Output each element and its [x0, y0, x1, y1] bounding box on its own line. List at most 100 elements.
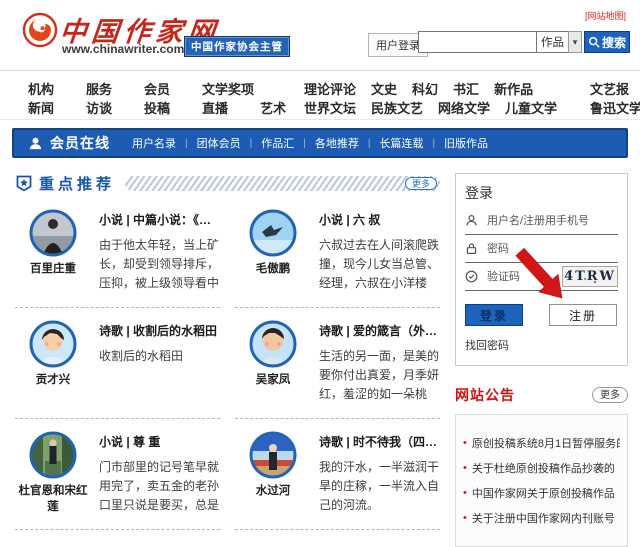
- nav-item[interactable]: 科幻: [412, 79, 438, 98]
- member-name[interactable]: 水过河: [256, 484, 291, 500]
- nav-item[interactable]: 会员: [144, 79, 170, 98]
- nav-item[interactable]: 文史: [371, 79, 397, 98]
- work-title[interactable]: 小说 | 尊 重: [99, 433, 220, 450]
- recommend-more-button[interactable]: 更多: [405, 177, 437, 190]
- sidebar: 登录 4TRW 登录 注册 找回: [455, 173, 628, 547]
- search-icon: [588, 36, 600, 48]
- member-name[interactable]: 吴家凤: [256, 373, 291, 389]
- nav-item[interactable]: 世界文坛: [304, 98, 356, 117]
- member-online-title[interactable]: 会员在线: [50, 133, 110, 153]
- announcements-more-button[interactable]: 更多: [592, 387, 628, 403]
- member-link[interactable]: 旧版作品: [444, 135, 488, 151]
- nav-item[interactable]: 书汇: [453, 79, 479, 98]
- work-title[interactable]: 小说 | 中篇小说：《站好最后...: [99, 211, 220, 228]
- member-name[interactable]: 杜官恩和宋红莲: [15, 484, 91, 515]
- nav-item[interactable]: 鲁迅文学院: [590, 98, 640, 117]
- recommend-item[interactable]: 毛傲鹏 小说 | 六 叔 六叔过去在人间滚爬跌撞，现今儿女当总管、经理，六叔在小…: [235, 197, 440, 308]
- forgot-password-link[interactable]: 找回密码: [465, 337, 618, 353]
- recommend-grid: 百里庄重 小说 | 中篇小说：《站好最后... 由于他太年轻，当上矿长，却受到领…: [15, 197, 440, 530]
- password-field-row: [465, 235, 618, 263]
- check-circle-icon: [465, 270, 478, 283]
- work-excerpt: 收割后的水稻田: [99, 347, 220, 366]
- nav-item[interactable]: 访谈: [86, 98, 112, 117]
- stripe-decor: 更多: [125, 176, 440, 191]
- register-button[interactable]: 注册: [549, 304, 617, 326]
- nav-item[interactable]: 艺术: [260, 98, 286, 117]
- work-excerpt: 由于他太年轻，当上矿长，却受到领导排斥，压抑，被上级领导看中他不输的性格，调他换…: [99, 236, 220, 293]
- member-avatar[interactable]: [29, 209, 77, 257]
- captcha-field-row: 4TRW: [465, 263, 618, 291]
- search-input[interactable]: [418, 31, 536, 53]
- nav-item[interactable]: 投稿: [144, 98, 170, 117]
- member-name[interactable]: 毛傲鹏: [256, 262, 291, 278]
- password-input[interactable]: [485, 242, 618, 256]
- nav-group-3: 文艺报 鲁迅文学院: [590, 79, 640, 111]
- lock-icon: [465, 242, 478, 255]
- sitemap-link[interactable]: [网站地图]: [585, 9, 626, 22]
- member-link[interactable]: 作品汇: [261, 135, 294, 151]
- captcha-input[interactable]: [485, 270, 555, 284]
- search-button-label: 搜索: [602, 34, 626, 51]
- member-link[interactable]: 团体会员: [197, 135, 241, 151]
- nav-item[interactable]: 文学奖项: [202, 79, 254, 98]
- member-online-bar: 会员在线 用户名录 | 团体会员 | 作品汇 | 各地推荐 | 长篇连载 | 旧…: [12, 128, 628, 158]
- login-panel: 登录 4TRW 登录 注册 找回: [455, 173, 628, 366]
- work-title[interactable]: 小说 | 六 叔: [319, 211, 440, 228]
- announcement-link[interactable]: • 原创投稿系统8月1日暂停服务的: [463, 435, 620, 451]
- badge-star-icon: [15, 174, 33, 192]
- work-title[interactable]: 诗歌 | 爱的箴言（外二首）: [319, 322, 440, 339]
- username-field-row: [465, 207, 618, 235]
- nav-item[interactable]: 服务: [86, 79, 112, 98]
- recommend-item[interactable]: 百里庄重 小说 | 中篇小说：《站好最后... 由于他太年轻，当上矿长，却受到领…: [15, 197, 220, 308]
- nav-item[interactable]: 儿童文学: [505, 98, 557, 117]
- work-excerpt: 生活的另一面，是美的要你付出真爱，月季妍红，羞涩的如一朵桃腮。: [319, 347, 440, 404]
- nav-item[interactable]: 新作品: [494, 79, 533, 98]
- main-nav: 机构 服务 会员 文学奖项 新闻 访谈 投稿 直播 艺术 理论评论 文史 科幻 …: [0, 70, 640, 120]
- work-title[interactable]: 诗歌 | 时不待我（四章）: [319, 433, 440, 450]
- bullet-icon: •: [463, 462, 467, 474]
- member-avatar[interactable]: [29, 320, 77, 368]
- site-url: www.chinawriter.com.cn: [62, 42, 202, 56]
- member-avatar[interactable]: [249, 209, 297, 257]
- site-logo-icon: [22, 12, 58, 48]
- nav-item[interactable]: 理论评论: [304, 79, 356, 98]
- separator: |: [185, 138, 188, 149]
- chevron-down-icon[interactable]: ▾: [568, 31, 582, 53]
- announcement-text: 中国作家网关于原创投稿作品: [472, 485, 615, 501]
- work-title[interactable]: 诗歌 | 收割后的水稻田: [99, 322, 220, 339]
- member-link[interactable]: 用户名录: [132, 135, 176, 151]
- search-category-select[interactable]: 作品: [536, 31, 568, 53]
- nav-item[interactable]: 民族文艺: [371, 98, 423, 117]
- login-buttons-row: 登录 注册: [465, 304, 618, 326]
- member-name[interactable]: 百里庄重: [30, 262, 76, 278]
- member-avatar[interactable]: [249, 431, 297, 479]
- member-name[interactable]: 贡才兴: [36, 373, 71, 389]
- nav-item[interactable]: 文艺报: [590, 79, 629, 98]
- nav-group-2: 理论评论 文史 科幻 书汇 新作品 世界文坛 民族文艺 网络文学 儿童文学: [304, 79, 566, 111]
- recommend-item[interactable]: 吴家凤 诗歌 | 爱的箴言（外二首） 生活的另一面，是美的要你付出真爱，月季妍红…: [235, 308, 440, 419]
- announcement-link[interactable]: • 中国作家网关于原创投稿作品: [463, 485, 620, 501]
- nav-group-1: 机构 服务 会员 文学奖项 新闻 访谈 投稿 直播 艺术: [28, 79, 280, 111]
- person-icon: [28, 136, 43, 151]
- recommend-item[interactable]: 杜官恩和宋红莲 小说 | 尊 重 门市部里的记号笔早就用完了，卖五金的老孙口里只…: [15, 419, 220, 530]
- separator: |: [368, 138, 371, 149]
- member-avatar[interactable]: [29, 431, 77, 479]
- nav-item[interactable]: 新闻: [28, 98, 54, 117]
- recommend-item[interactable]: 贡才兴 诗歌 | 收割后的水稻田 收割后的水稻田: [15, 308, 220, 419]
- nav-item[interactable]: 机构: [28, 79, 54, 98]
- captcha-image[interactable]: 4TRW: [562, 266, 618, 287]
- member-link[interactable]: 各地推荐: [315, 135, 359, 151]
- login-button[interactable]: 登录: [465, 304, 523, 326]
- bullet-icon: •: [463, 487, 467, 499]
- member-avatar[interactable]: [249, 320, 297, 368]
- nav-item[interactable]: 网络文学: [438, 98, 490, 117]
- announcements-header: 网站公告 更多: [455, 385, 628, 405]
- announcement-text: 原创投稿系统8月1日暂停服务的: [472, 435, 620, 451]
- member-link[interactable]: 长篇连载: [379, 135, 423, 151]
- recommend-item[interactable]: 水过河 诗歌 | 时不待我（四章） 我的汗水，一半滋润干旱的庄稼，一半流入自己的…: [235, 419, 440, 530]
- announcement-link[interactable]: • 关于注册中国作家网内刊账号: [463, 510, 620, 526]
- search-button[interactable]: 搜索: [584, 31, 630, 53]
- nav-item[interactable]: 直播: [202, 98, 228, 117]
- announcement-link[interactable]: • 关于杜绝原创投稿作品抄袭的: [463, 460, 620, 476]
- username-input[interactable]: [485, 214, 618, 228]
